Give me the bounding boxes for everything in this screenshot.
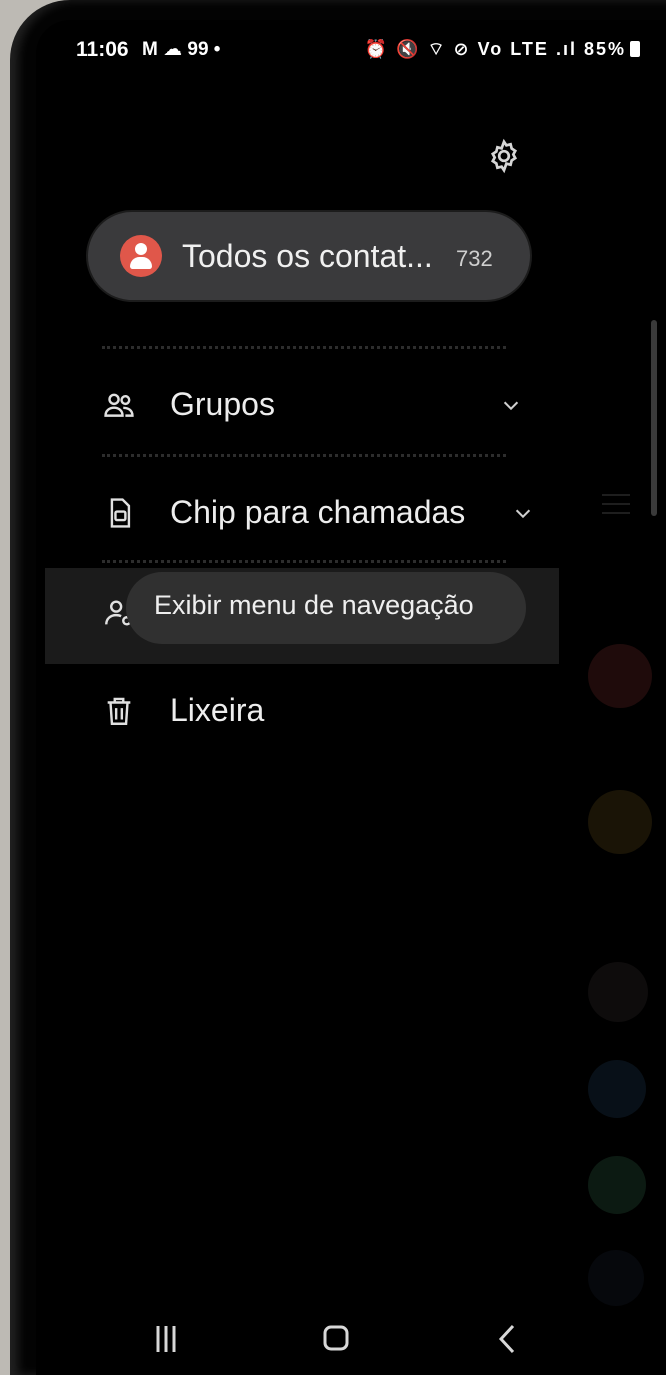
screen: 11:06 M ☁ 99 • ⏰ 🔇 ⌔ ⊘ Vo LTE .ıl 85% To… — [36, 20, 666, 1375]
recents-icon[interactable] — [136, 1310, 196, 1370]
battery-icon — [630, 41, 640, 57]
menu-item-sim[interactable]: Chip para chamadas — [102, 482, 531, 542]
home-icon[interactable] — [306, 1310, 366, 1370]
system-icons: ⏰ 🔇 ⌔ ⊘ Vo LTE .ıl 85% — [365, 38, 640, 61]
groups-label: Grupos — [170, 386, 275, 422]
menu-icon — [602, 494, 630, 516]
system-navigation-bar — [36, 1310, 666, 1375]
contact-avatar[interactable] — [588, 962, 648, 1022]
battery-percent: 85% — [583, 39, 626, 59]
notification-icons: M ☁ 99 • — [142, 39, 221, 60]
menu-item-trash[interactable]: Lixeira — [102, 680, 522, 740]
chevron-down-icon[interactable] — [500, 394, 522, 416]
sim-card-icon — [110, 498, 131, 528]
divider — [102, 346, 506, 349]
divider — [102, 560, 506, 563]
contact-avatar[interactable] — [588, 790, 652, 854]
account-label: Todos os contat... — [182, 238, 433, 274]
divider — [102, 454, 506, 457]
contact-count: 732 — [456, 246, 493, 271]
trash-icon — [107, 697, 131, 725]
signal-icons: ⏰ 🔇 ⌔ ⊘ Vo LTE .ıl — [364, 39, 577, 59]
contact-avatar[interactable] — [588, 644, 652, 708]
scrollbar[interactable] — [651, 320, 657, 516]
gear-icon[interactable] — [486, 138, 522, 174]
contact-avatar[interactable] — [588, 1250, 644, 1306]
account-selector-button[interactable]: Todos os contat... 732 — [88, 212, 530, 300]
contact-avatar[interactable] — [588, 1156, 646, 1214]
navigation-tooltip: Exibir menu de navegação — [126, 572, 526, 644]
chevron-down-icon[interactable] — [512, 502, 534, 524]
back-icon[interactable] — [478, 1310, 538, 1370]
status-time: 11:06 — [76, 38, 129, 61]
menu-item-groups[interactable]: Grupos — [102, 374, 522, 434]
phone-frame: 11:06 M ☁ 99 • ⏰ 🔇 ⌔ ⊘ Vo LTE .ıl 85% To… — [10, 0, 666, 1375]
sim-label: Chip para chamadas — [170, 494, 466, 530]
status-bar: 11:06 M ☁ 99 • ⏰ 🔇 ⌔ ⊘ Vo LTE .ıl 85% — [76, 34, 666, 74]
tooltip-text: Exibir menu de navegação — [154, 590, 474, 620]
account-avatar-icon — [120, 235, 162, 277]
contact-avatar[interactable] — [588, 1060, 646, 1118]
people-icon — [104, 393, 134, 417]
trash-label: Lixeira — [170, 692, 265, 728]
